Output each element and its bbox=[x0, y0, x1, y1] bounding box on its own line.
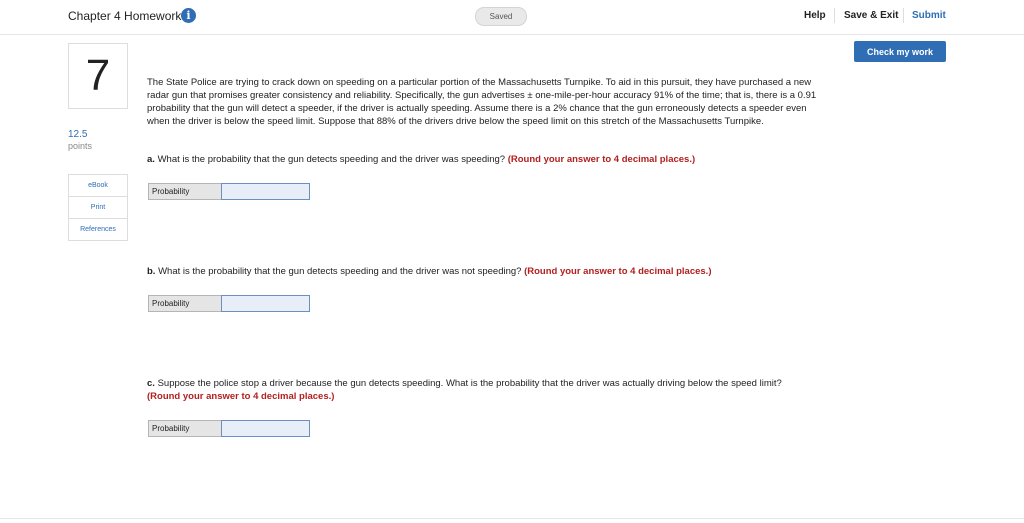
references-link[interactable]: References bbox=[69, 219, 127, 240]
check-my-work-button[interactable]: Check my work bbox=[854, 41, 946, 62]
ebook-link[interactable]: eBook bbox=[69, 175, 127, 197]
part-c-question: c. Suppose the police stop a driver beca… bbox=[147, 377, 807, 403]
part-letter: c. bbox=[147, 378, 155, 389]
rounding-instruction: (Round your answer to 4 decimal places.) bbox=[524, 266, 712, 277]
answer-label: Probability bbox=[148, 183, 225, 200]
points-label: points bbox=[68, 141, 93, 151]
assignment-title: Chapter 4 Homework bbox=[68, 9, 182, 23]
points-value: 12.5 bbox=[68, 129, 88, 140]
submit-link[interactable]: Submit bbox=[912, 10, 946, 21]
footer-divider bbox=[0, 518, 1024, 519]
top-bar: Chapter 4 Homework i Saved Help Save & E… bbox=[0, 0, 1024, 35]
question-prompt: The State Police are trying to crack dow… bbox=[147, 77, 817, 127]
saved-status-badge: Saved bbox=[475, 7, 527, 26]
part-c-probability-input[interactable] bbox=[221, 420, 310, 437]
part-a-answer-row: Probability bbox=[148, 183, 310, 200]
part-a-question: a. What is the probability that the gun … bbox=[147, 153, 807, 166]
question-number: 7 bbox=[68, 43, 128, 109]
rounding-instruction: (Round your answer to 4 decimal places.) bbox=[507, 154, 696, 165]
part-text: Suppose the police stop a driver because… bbox=[154, 378, 782, 389]
part-a-probability-input[interactable] bbox=[221, 183, 310, 200]
part-letter: a. bbox=[147, 154, 155, 165]
divider bbox=[834, 8, 835, 23]
print-link[interactable]: Print bbox=[69, 197, 127, 219]
answer-label: Probability bbox=[148, 295, 225, 312]
part-c-answer-row: Probability bbox=[148, 420, 310, 437]
part-text: What is the probability that the gun det… bbox=[154, 154, 508, 165]
rounding-instruction: (Round your answer to 4 decimal places.) bbox=[147, 391, 335, 402]
answer-label: Probability bbox=[148, 420, 225, 437]
save-exit-link[interactable]: Save & Exit bbox=[844, 10, 898, 21]
question-tools: eBook Print References bbox=[68, 174, 128, 241]
part-b-probability-input[interactable] bbox=[221, 295, 310, 312]
info-icon[interactable]: i bbox=[181, 8, 196, 23]
part-b-answer-row: Probability bbox=[148, 295, 310, 312]
part-b-question: b. What is the probability that the gun … bbox=[147, 265, 807, 278]
help-link[interactable]: Help bbox=[804, 10, 826, 21]
part-text: What is the probability that the gun det… bbox=[155, 266, 525, 277]
divider bbox=[903, 8, 904, 23]
